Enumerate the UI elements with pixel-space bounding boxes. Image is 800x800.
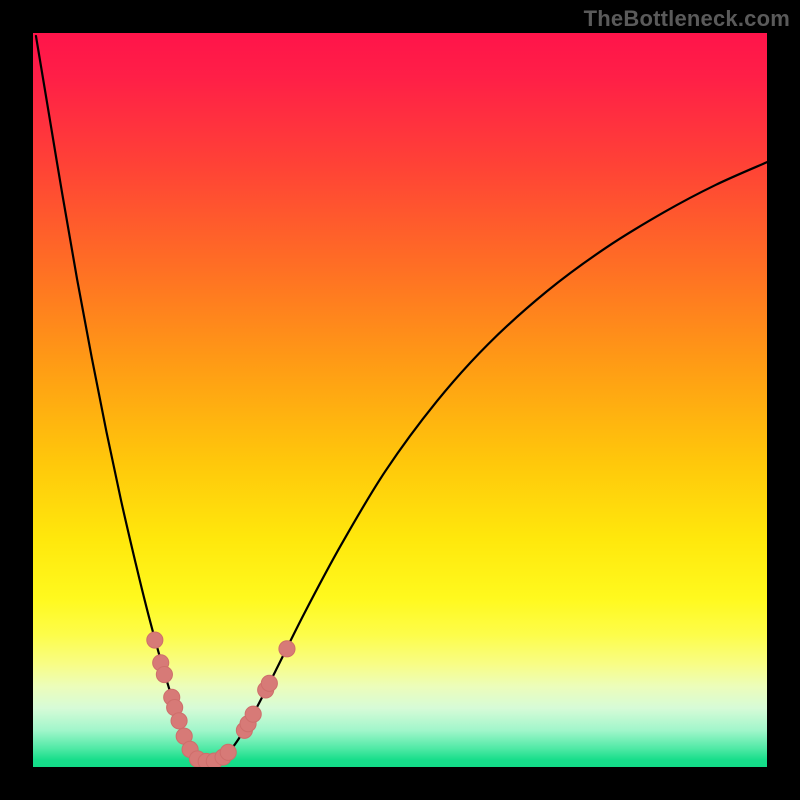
- plot-area: [33, 33, 767, 767]
- chart-frame: TheBottleneck.com: [0, 0, 800, 800]
- marker-dot: [279, 641, 295, 657]
- bottleneck-curve-svg: [33, 33, 767, 767]
- marker-dot: [245, 706, 261, 722]
- marker-dot: [147, 632, 163, 648]
- marker-group: [147, 632, 295, 767]
- marker-dot: [156, 666, 172, 682]
- marker-dot: [171, 713, 187, 729]
- watermark-text: TheBottleneck.com: [584, 6, 790, 32]
- marker-dot: [220, 744, 236, 760]
- bottleneck-curve: [36, 36, 767, 762]
- marker-dot: [261, 675, 277, 691]
